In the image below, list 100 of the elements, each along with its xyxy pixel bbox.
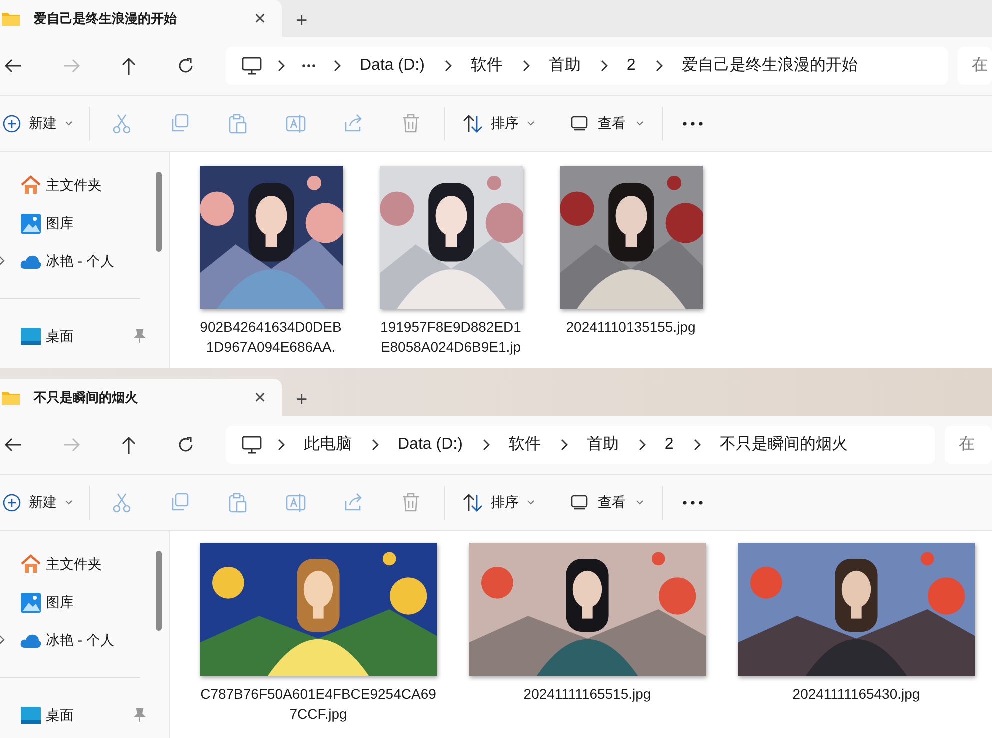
plus-circle-icon xyxy=(3,494,21,512)
share-icon[interactable] xyxy=(344,492,364,512)
caret-icon xyxy=(65,121,73,126)
chevron-icon xyxy=(636,438,647,452)
chevron-icon xyxy=(480,438,491,452)
scrollbar[interactable] xyxy=(156,172,162,252)
new-tab-button[interactable]: + xyxy=(292,11,312,31)
home-icon xyxy=(20,554,42,574)
new-button[interactable]: 新建 xyxy=(0,486,79,520)
caret-icon xyxy=(636,500,644,505)
cut-icon[interactable] xyxy=(112,492,132,512)
copy-icon[interactable] xyxy=(170,114,190,134)
close-tab-button[interactable]: × xyxy=(250,388,270,408)
refresh-icon[interactable] xyxy=(177,436,195,454)
more-icon[interactable] xyxy=(683,500,703,504)
pin-icon[interactable] xyxy=(134,708,146,722)
up-icon[interactable] xyxy=(120,436,138,454)
computer-icon xyxy=(242,57,262,75)
view-button[interactable]: 查看 xyxy=(569,486,646,520)
file-name[interactable]: 902B42641634D0DEB1D967A094E686AA. xyxy=(198,317,344,357)
chevron-icon xyxy=(276,59,286,73)
breadcrumb-item[interactable]: 此电脑 xyxy=(300,433,356,457)
caret-icon xyxy=(65,500,73,505)
breadcrumb-item[interactable]: 首助 xyxy=(544,54,585,78)
cut-icon[interactable] xyxy=(112,114,132,134)
back-icon[interactable] xyxy=(4,436,23,454)
folder-icon xyxy=(2,12,20,26)
chevron-icon xyxy=(332,59,342,73)
tab[interactable]: 爱自己是终生浪漫的开始 × xyxy=(0,0,282,37)
address-bar[interactable]: 此电脑 Data (D:) 软件 首助 2 不只是瞬间的烟火 xyxy=(226,426,935,464)
sort-arrows-icon xyxy=(463,494,483,512)
close-tab-button[interactable]: × xyxy=(250,8,270,28)
expand-icon[interactable] xyxy=(0,256,6,266)
sort-button[interactable]: 排序 xyxy=(461,486,537,520)
chevron-icon xyxy=(442,59,453,73)
chevron-icon xyxy=(654,59,664,73)
sort-button[interactable]: 排序 xyxy=(461,106,537,140)
desktop-icon xyxy=(20,704,42,726)
rename-icon[interactable] xyxy=(286,114,306,134)
scrollbar[interactable] xyxy=(156,551,162,631)
clipboard-icon[interactable] xyxy=(228,114,248,134)
file-name[interactable]: 20241110135155.jpg xyxy=(558,317,704,337)
monitor-icon xyxy=(571,495,588,510)
sort-arrows-icon xyxy=(463,114,483,132)
breadcrumb-item[interactable]: Data (D:) xyxy=(356,54,429,78)
file-name[interactable]: 20241111165515.jpg xyxy=(469,684,706,704)
expand-icon[interactable] xyxy=(0,635,6,645)
tab[interactable]: 不只是瞬间的烟火 × xyxy=(0,379,282,416)
trash-icon[interactable] xyxy=(402,114,422,134)
view-button[interactable]: 查看 xyxy=(569,106,646,140)
gallery-icon xyxy=(20,212,42,234)
refresh-icon[interactable] xyxy=(177,57,195,75)
breadcrumb-item[interactable]: Data (D:) xyxy=(394,433,467,457)
ellipsis-icon[interactable] xyxy=(302,64,316,68)
sidebar-item[interactable]: 主文件夹 xyxy=(0,545,150,583)
new-button[interactable]: 新建 xyxy=(0,106,79,140)
file-name[interactable]: C787B76F50A601E4FBCE9254CA697CCF.jpg xyxy=(200,684,437,724)
chevron-icon xyxy=(598,59,609,73)
trash-icon[interactable] xyxy=(402,492,422,512)
desktop-icon xyxy=(20,326,42,346)
tab-title: 爱自己是终生浪漫的开始 xyxy=(34,10,178,28)
chevron-icon xyxy=(370,438,380,452)
new-tab-button[interactable]: + xyxy=(292,390,312,410)
sidebar-item[interactable]: 主文件夹 xyxy=(0,166,150,204)
file-name[interactable]: 20241111165430.jpg xyxy=(738,684,975,704)
sidebar-item[interactable]: 图库 xyxy=(0,204,150,242)
sidebar-item[interactable]: 桌面 xyxy=(0,317,150,355)
breadcrumb-item[interactable]: 2 xyxy=(660,433,678,457)
breadcrumb-item[interactable]: 软件 xyxy=(504,433,545,457)
caret-icon xyxy=(527,121,535,126)
sidebar-item[interactable]: 冰艳 - 个人 xyxy=(0,242,150,280)
breadcrumb-item[interactable]: 不只是瞬间的烟火 xyxy=(716,433,852,457)
home-icon xyxy=(20,174,42,196)
sidebar-item[interactable]: 桌面 xyxy=(0,696,150,734)
more-icon[interactable] xyxy=(683,122,703,126)
breadcrumb-item[interactable]: 首助 xyxy=(582,433,623,457)
sidebar-item[interactable]: 图库 xyxy=(0,583,150,621)
share-icon[interactable] xyxy=(344,114,364,134)
chevron-icon xyxy=(692,438,702,452)
caret-icon xyxy=(527,500,535,505)
sidebar-item[interactable]: 冰艳 - 个人 xyxy=(0,621,150,659)
rename-icon[interactable] xyxy=(286,492,306,512)
file-name[interactable]: 191957F8E9D882ED1E8058A024D6B9E1.jp xyxy=(378,317,524,357)
search-field[interactable]: 在 xyxy=(945,426,992,464)
address-bar[interactable]: Data (D:) 软件 首助 2 爱自己是终生浪漫的开始 xyxy=(226,47,948,85)
clipboard-icon[interactable] xyxy=(228,492,248,512)
caret-icon xyxy=(636,121,644,126)
pin-icon[interactable] xyxy=(134,329,146,343)
gallery-icon xyxy=(20,592,42,612)
breadcrumb-item[interactable]: 2 xyxy=(622,54,640,78)
up-icon[interactable] xyxy=(120,56,138,76)
breadcrumb-item[interactable]: 爱自己是终生浪漫的开始 xyxy=(678,54,862,78)
computer-icon xyxy=(242,436,262,454)
search-field[interactable]: 在 xyxy=(958,47,992,85)
folder-icon xyxy=(2,390,20,404)
chevron-icon xyxy=(558,438,569,452)
back-icon[interactable] xyxy=(4,57,23,75)
monitor-icon xyxy=(571,116,588,131)
copy-icon[interactable] xyxy=(170,492,190,512)
breadcrumb-item[interactable]: 软件 xyxy=(466,54,507,78)
